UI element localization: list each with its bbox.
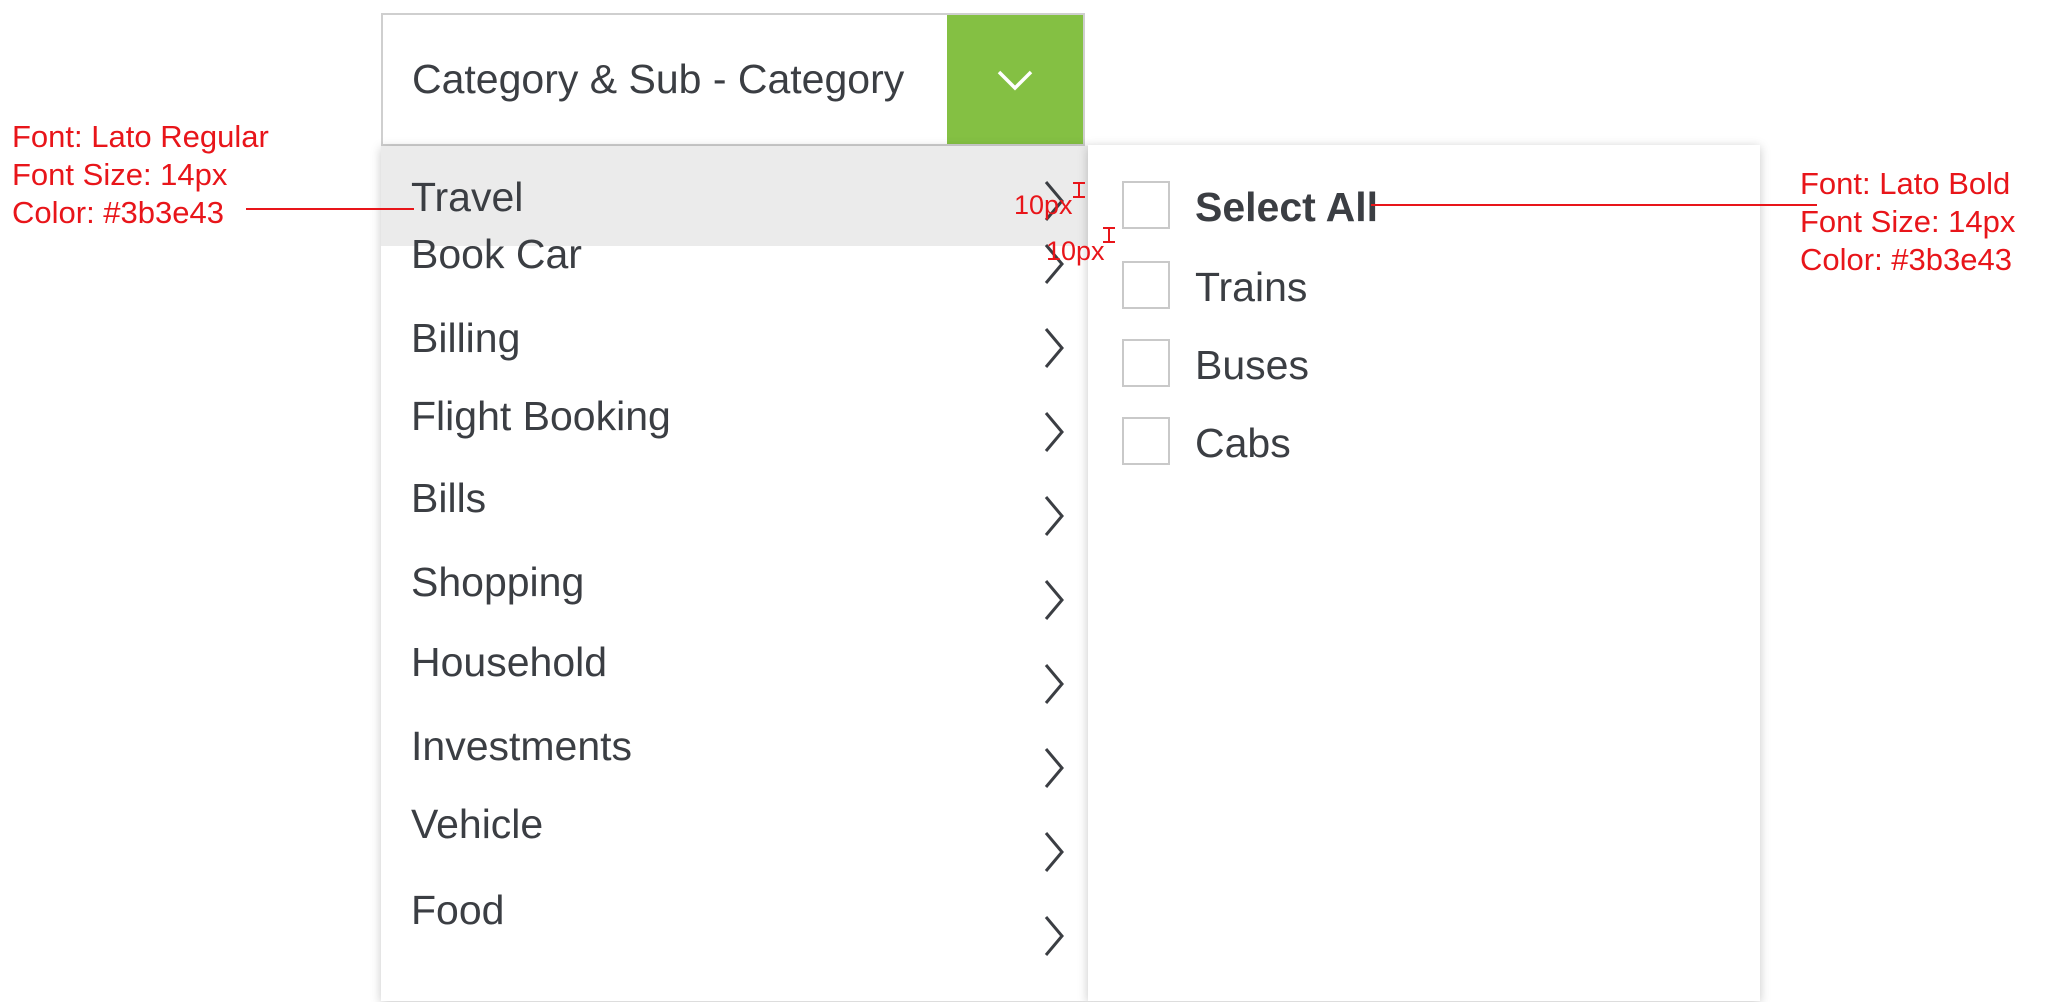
subcategory-label: Select All [1195,184,1379,230]
annotation-leader-line [246,208,414,210]
chevron-right-icon [1044,328,1064,368]
category-label: Investments [411,723,633,769]
select-all-checkbox[interactable] [1122,181,1170,229]
category-label: Travel [411,174,524,220]
chevron-right-icon [1044,832,1064,872]
spacing-bracket-icon [1103,227,1115,243]
subcategory-label: Trains [1195,264,1308,310]
annotation-color: Color: #3b3e43 [12,195,224,230]
annotation-color: Color: #3b3e43 [1800,242,2012,277]
annotation-font: Font: Lato Bold [1800,166,2011,201]
category-label: Billing [411,315,521,361]
subcategory-label: Cabs [1195,420,1291,466]
category-dropdown[interactable]: Category & Sub - Category [381,13,1085,146]
category-label: Bills [411,475,487,521]
chevron-right-icon [1044,916,1064,956]
spacing-annotation: 10px [1014,190,1073,220]
dropdown-toggle-button[interactable] [947,15,1083,144]
subcategory-list: Select All Trains Buses Cabs [1088,145,1760,1001]
category-label: Vehicle [411,801,544,847]
annotation-size: Font Size: 14px [12,157,228,192]
subcategory-label: Buses [1195,342,1309,388]
category-label: Flight Booking [411,393,671,439]
annotation-font: Font: Lato Regular [12,119,269,154]
annotation-leader-line [1371,204,1817,206]
spacing-bracket-icon [1073,182,1085,198]
chevron-down-icon [997,70,1033,90]
category-label: Shopping [411,559,585,605]
annotation-size: Font Size: 14px [1800,204,2016,239]
chevron-right-icon [1044,664,1064,704]
chevron-right-icon [1044,496,1064,536]
category-label: Food [411,887,505,933]
chevron-right-icon [1044,580,1064,620]
subcategory-item-cabs[interactable]: Cabs [1122,417,1722,469]
buses-checkbox[interactable] [1122,339,1170,387]
chevron-right-icon [1044,412,1064,452]
subcategory-item-buses[interactable]: Buses [1122,339,1722,391]
category-label: Book Car [411,231,582,277]
spacing-annotation: 10px [1046,236,1105,266]
subcategory-item-select-all[interactable]: Select All [1122,181,1722,233]
annotation-regular-spec: Font: Lato Regular Font Size: 14px Color… [12,118,269,232]
trains-checkbox[interactable] [1122,261,1170,309]
category-item-food[interactable]: Food [381,887,1088,1002]
dropdown-label: Category & Sub - Category [412,56,905,102]
category-item-flight-booking[interactable]: Flight Booking [381,393,1088,498]
chevron-right-icon [1044,748,1064,788]
cabs-checkbox[interactable] [1122,417,1170,465]
category-list: Travel Book Car Billing Flight Booking B… [381,146,1088,1001]
category-label: Household [411,639,608,685]
annotation-bold-spec: Font: Lato Bold Font Size: 14px Color: #… [1800,165,2015,279]
subcategory-item-trains[interactable]: Trains [1122,261,1722,313]
